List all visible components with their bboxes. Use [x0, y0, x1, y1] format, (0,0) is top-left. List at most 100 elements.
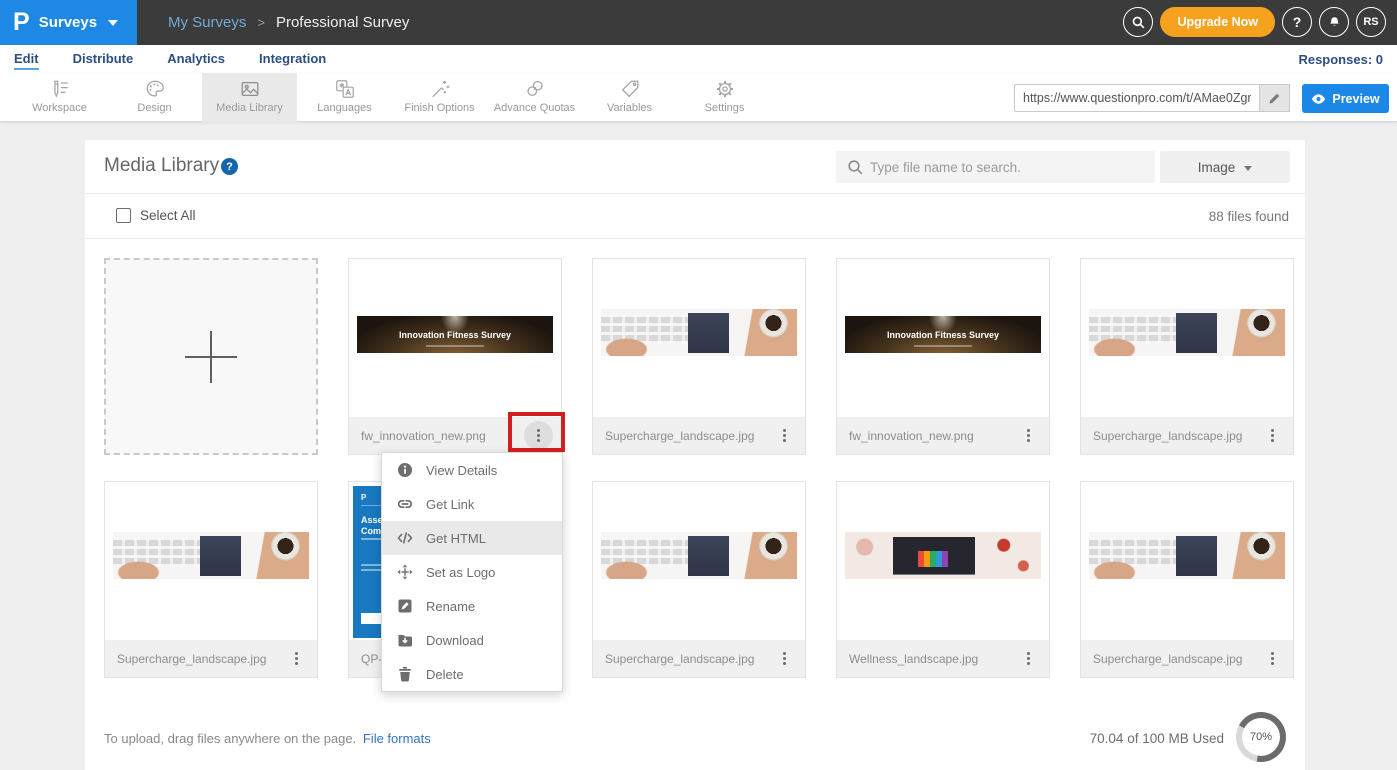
tile-menu-button[interactable] [1015, 423, 1041, 449]
product-label: Surveys [39, 14, 97, 31]
toolbar-item-advance-quotas[interactable]: Advance Quotas [487, 73, 582, 122]
tile-namebar: Supercharge_landscape.jpg [105, 640, 317, 677]
file-formats-link[interactable]: File formats [363, 731, 431, 746]
tile-menu-button[interactable] [771, 646, 797, 672]
notifications-button[interactable] [1319, 7, 1349, 37]
breadcrumb-my-surveys[interactable]: My Surveys [168, 14, 246, 31]
file-name: Supercharge_landscape.jpg [605, 652, 771, 666]
toolbar-item-design[interactable]: Design [107, 73, 202, 122]
innovation-banner: Innovation Fitness Survey [845, 316, 1041, 353]
search-button[interactable] [1123, 7, 1153, 37]
media-tile[interactable]: Wellness_landscape.jpg [836, 481, 1050, 678]
menu-item-download[interactable]: Download [382, 623, 562, 657]
toolbar-item-variables[interactable]: Variables [582, 73, 677, 122]
breadcrumb-current-survey: Professional Survey [276, 14, 409, 31]
tile-menu-button[interactable] [1259, 646, 1285, 672]
add-media-tile[interactable] [104, 258, 318, 455]
tile-menu-button[interactable] [771, 423, 797, 449]
kebab-icon [295, 657, 298, 660]
questionpro-app: P Surveys My Surveys > Professional Surv… [0, 0, 1397, 770]
avatar[interactable]: RS [1356, 7, 1386, 37]
move-icon [397, 564, 413, 580]
thumbnail-image [593, 482, 805, 640]
media-tile[interactable]: Supercharge_landscape.jpg [1080, 481, 1294, 678]
select-all-checkbox[interactable] [116, 208, 131, 223]
toolbar-item-media-library[interactable]: Media Library [202, 73, 297, 122]
menu-item-set-as-logo[interactable]: Set as Logo [382, 555, 562, 589]
file-name: fw_innovation_new.png [361, 429, 524, 443]
nav-tab-analytics[interactable]: Analytics [167, 45, 225, 73]
questionpro-logo: P [13, 10, 30, 35]
menu-item-label: Get Link [426, 497, 474, 512]
upload-hint-text: To upload, drag files anywhere on the pa… [104, 731, 356, 746]
upgrade-now-button[interactable]: Upgrade Now [1160, 7, 1275, 37]
nav-tab-edit[interactable]: Edit [14, 45, 39, 73]
code-icon [397, 530, 413, 546]
trash-icon [397, 666, 413, 682]
rename-icon [397, 598, 413, 614]
search-icon [1131, 15, 1146, 30]
menu-item-delete[interactable]: Delete [382, 657, 562, 691]
toolbar-items: Workspace Design Media Library Languages… [12, 73, 772, 122]
select-all-label: Select All [140, 208, 196, 223]
bell-icon [1327, 15, 1342, 30]
toolbar-label: Media Library [216, 102, 283, 114]
download-icon [397, 632, 413, 648]
languages-icon [334, 78, 356, 100]
survey-url-input[interactable] [1014, 84, 1260, 112]
toolbar-item-languages[interactable]: Languages [297, 73, 392, 122]
toolbar-item-finish-options[interactable]: Finish Options [392, 73, 487, 122]
file-type-filter[interactable]: Image [1160, 151, 1290, 183]
media-tile[interactable]: Supercharge_landscape.jpg [104, 481, 318, 678]
nav-tab-distribute[interactable]: Distribute [73, 45, 134, 73]
topbar-actions: Upgrade Now ? RS [1123, 7, 1386, 37]
upload-hint: To upload, drag files anywhere on the pa… [104, 731, 431, 746]
thumbnail-image [593, 259, 805, 417]
photo-thumbnail [113, 532, 309, 579]
storage-used-label: 70.04 of 100 MB Used [1090, 731, 1224, 746]
menu-item-get-link[interactable]: Get Link [382, 487, 562, 521]
product-switcher[interactable]: P Surveys [0, 0, 137, 45]
preview-button[interactable]: Preview [1302, 84, 1389, 113]
menu-item-label: View Details [426, 463, 497, 478]
breadcrumb-chevron-icon: > [257, 15, 265, 30]
thumbnail-image: Innovation Fitness Survey [837, 259, 1049, 417]
file-name: Supercharge_landscape.jpg [1093, 429, 1259, 443]
menu-item-get-html[interactable]: Get HTML [382, 521, 562, 555]
media-tile[interactable]: Innovation Fitness Survey fw_innovation_… [836, 258, 1050, 455]
file-name: Supercharge_landscape.jpg [605, 429, 771, 443]
menu-item-view-details[interactable]: View Details [382, 453, 562, 487]
toolbar-item-settings[interactable]: Settings [677, 73, 772, 122]
preview-label: Preview [1332, 92, 1379, 106]
tile-namebar: Wellness_landscape.jpg [837, 640, 1049, 677]
tile-menu-button[interactable] [1015, 646, 1041, 672]
finish-options-icon [429, 78, 451, 100]
info-icon [397, 462, 413, 478]
media-tile[interactable]: Supercharge_landscape.jpg [1080, 258, 1294, 455]
tile-context-menu: View Details Get Link Get HTML Set as Lo… [381, 452, 563, 692]
toolbar-item-workspace[interactable]: Workspace [12, 73, 107, 122]
media-tile[interactable]: Supercharge_landscape.jpg [592, 258, 806, 455]
photo-thumbnail [1089, 309, 1285, 356]
chevron-down-icon [1244, 166, 1252, 171]
toolbar-label: Languages [317, 102, 371, 114]
tile-menu-button[interactable] [283, 646, 309, 672]
settings-icon [714, 78, 736, 100]
file-search-input[interactable] [836, 151, 1155, 183]
menu-item-label: Rename [426, 599, 475, 614]
thumbnail-image: Innovation Fitness Survey [349, 259, 561, 417]
media-library-help-icon[interactable]: ? [221, 158, 238, 175]
menu-item-rename[interactable]: Rename [382, 589, 562, 623]
edit-url-button[interactable] [1260, 84, 1290, 112]
kebab-icon [1271, 434, 1274, 437]
toolbar-label: Settings [705, 102, 745, 114]
toolbar-label: Workspace [32, 102, 87, 114]
divider [85, 193, 1305, 194]
kebab-icon [783, 434, 786, 437]
tile-menu-button[interactable] [1259, 423, 1285, 449]
help-button[interactable]: ? [1282, 7, 1312, 37]
file-search-box [836, 151, 1155, 183]
media-tile[interactable]: Supercharge_landscape.jpg [592, 481, 806, 678]
nav-tab-integration[interactable]: Integration [259, 45, 326, 73]
design-icon [144, 78, 166, 100]
